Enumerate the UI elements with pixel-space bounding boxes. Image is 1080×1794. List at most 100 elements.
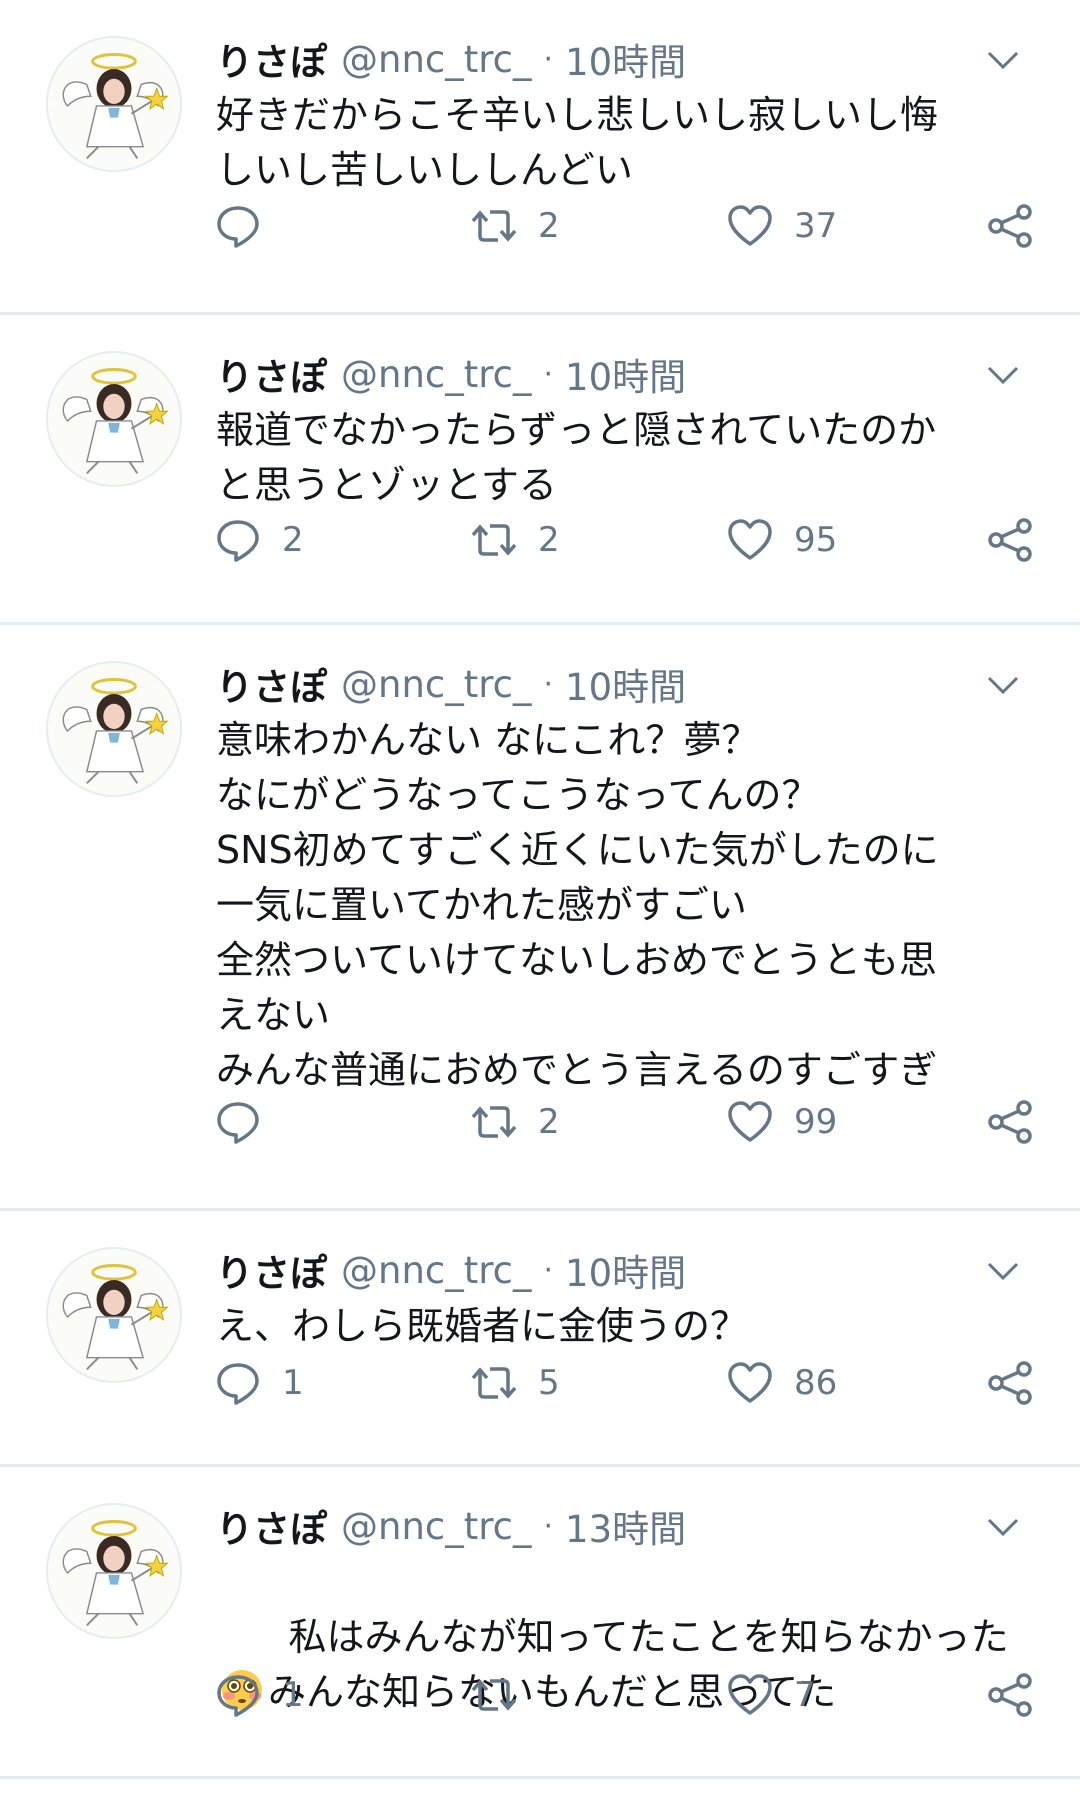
share-button[interactable] [986, 1665, 1034, 1725]
tweet-text-line: 私はみんなが知ってたことを知らなかった [288, 1615, 1009, 1659]
retweet-icon [471, 210, 517, 242]
tweet[interactable]: りさぽ @nnc_trc_ · 13時間 私はみんなが知ってたことを知らなかった… [0, 1467, 1080, 1779]
angel-avatar-icon [48, 38, 180, 170]
retweet-icon [471, 524, 517, 556]
chevron-down-icon[interactable] [986, 363, 1020, 387]
reply-icon [217, 520, 259, 562]
user-handle[interactable]: @nnc_trc_ [341, 663, 532, 706]
heart-icon [728, 1101, 772, 1142]
angel-avatar-icon [48, 663, 180, 795]
retweet-button[interactable]: 2 [470, 1092, 560, 1152]
chevron-down-icon[interactable] [986, 1259, 1020, 1283]
reply-icon [217, 1363, 259, 1405]
tweet-actions: 2 99 [214, 1092, 1040, 1152]
tweet-actions: 2 37 [214, 196, 1040, 256]
separator: · [543, 356, 554, 392]
display-name[interactable]: りさぽ [216, 32, 327, 86]
user-handle[interactable]: @nnc_trc_ [341, 1249, 532, 1292]
reply-button[interactable]: 1 [214, 1353, 304, 1413]
retweet-count: 5 [538, 1363, 560, 1403]
timestamp[interactable]: 10時間 [565, 657, 686, 711]
tweet-header: りさぽ @nnc_trc_ · 10時間 [216, 1241, 686, 1299]
share-button[interactable] [986, 1092, 1034, 1152]
chevron-down-icon[interactable] [986, 673, 1020, 697]
avatar[interactable] [46, 661, 182, 797]
reply-icon [217, 206, 259, 248]
tweet-header: りさぽ @nnc_trc_ · 10時間 [216, 655, 686, 713]
share-button[interactable] [986, 196, 1034, 256]
retweet-icon [471, 1679, 517, 1711]
timestamp[interactable]: 10時間 [565, 347, 686, 401]
display-name[interactable]: りさぽ [216, 347, 327, 401]
user-handle[interactable]: @nnc_trc_ [341, 38, 532, 81]
share-icon [988, 1673, 1032, 1717]
angel-avatar-icon [48, 353, 180, 485]
avatar[interactable] [46, 36, 182, 172]
like-count: 86 [794, 1363, 838, 1403]
chevron-down-icon[interactable] [986, 1515, 1020, 1539]
retweet-button[interactable] [470, 1665, 538, 1725]
display-name[interactable]: りさぽ [216, 657, 327, 711]
timestamp[interactable]: 10時間 [565, 1243, 686, 1297]
angel-avatar-icon [48, 1505, 180, 1637]
tweet-text: 意味わかんない なにこれ？夢？ なにがどうなってこうなってんの？ SNS初めてす… [216, 718, 939, 1092]
share-icon [988, 1361, 1032, 1405]
like-count: 95 [794, 520, 838, 560]
retweet-button[interactable]: 2 [470, 196, 560, 256]
angel-avatar-icon [48, 1249, 180, 1381]
tweet[interactable]: りさぽ @nnc_trc_ · 10時間 好きだからこそ辛いし悲しいし寂しいし悔… [0, 0, 1080, 315]
chevron-down-icon[interactable] [986, 48, 1020, 72]
timestamp[interactable]: 13時間 [565, 1499, 686, 1553]
separator: · [543, 1252, 554, 1288]
like-count: 37 [794, 206, 838, 246]
avatar[interactable] [46, 1503, 182, 1639]
retweet-count: 2 [538, 1102, 560, 1142]
reply-button[interactable]: 1 [214, 1665, 304, 1725]
like-count: 99 [794, 1102, 838, 1142]
retweet-count: 2 [538, 206, 560, 246]
user-handle[interactable]: @nnc_trc_ [341, 1505, 532, 1548]
avatar[interactable] [46, 351, 182, 487]
separator: · [543, 666, 554, 702]
tweet-actions: 2 2 95 [214, 510, 1040, 570]
tweet-text: え、わしら既婚者に金使うの？ [216, 1304, 749, 1348]
reply-button[interactable] [214, 1092, 282, 1152]
share-icon [988, 518, 1032, 562]
retweet-count: 2 [538, 520, 560, 560]
display-name[interactable]: りさぽ [216, 1243, 327, 1297]
reply-count: 1 [282, 1363, 304, 1403]
like-button[interactable]: 37 [726, 196, 837, 256]
share-button[interactable] [986, 1353, 1034, 1413]
like-button[interactable]: 86 [726, 1353, 837, 1413]
tweet[interactable]: りさぽ @nnc_trc_ · 10時間 え、わしら既婚者に金使うの？ 1 5 … [0, 1211, 1080, 1467]
avatar[interactable] [46, 1247, 182, 1383]
heart-icon [728, 1674, 772, 1715]
retweet-button[interactable]: 5 [470, 1353, 560, 1413]
tweet-text: 報道でなかったらずっと隠されていたのか と思うとゾッとする [216, 408, 937, 507]
timestamp[interactable]: 10時間 [565, 32, 686, 86]
heart-icon [728, 205, 772, 246]
like-button[interactable]: 7 [726, 1665, 816, 1725]
heart-icon [728, 1362, 772, 1403]
display-name[interactable]: りさぽ [216, 1499, 327, 1553]
tweet[interactable]: りさぽ @nnc_trc_ · 10時間 報道でなかったらずっと隠されていたのか… [0, 315, 1080, 625]
separator: · [543, 1508, 554, 1544]
timeline: りさぽ @nnc_trc_ · 10時間 好きだからこそ辛いし悲しいし寂しいし悔… [0, 0, 1080, 1779]
tweet-header: りさぽ @nnc_trc_ · 10時間 [216, 30, 686, 88]
share-button[interactable] [986, 510, 1034, 570]
heart-icon [728, 519, 772, 560]
tweet-header: りさぽ @nnc_trc_ · 13時間 [216, 1497, 686, 1555]
share-icon [988, 204, 1032, 248]
tweet-actions: 1 7 [214, 1665, 1040, 1725]
user-handle[interactable]: @nnc_trc_ [341, 353, 532, 396]
like-button[interactable]: 99 [726, 1092, 837, 1152]
retweet-icon [471, 1106, 517, 1138]
retweet-button[interactable]: 2 [470, 510, 560, 570]
share-icon [988, 1100, 1032, 1144]
like-button[interactable]: 95 [726, 510, 837, 570]
reply-icon [217, 1675, 259, 1717]
reply-button[interactable] [214, 196, 282, 256]
reply-count: 1 [282, 1675, 304, 1715]
tweet[interactable]: りさぽ @nnc_trc_ · 10時間 意味わかんない なにこれ？夢？ なにが… [0, 625, 1080, 1211]
reply-button[interactable]: 2 [214, 510, 304, 570]
